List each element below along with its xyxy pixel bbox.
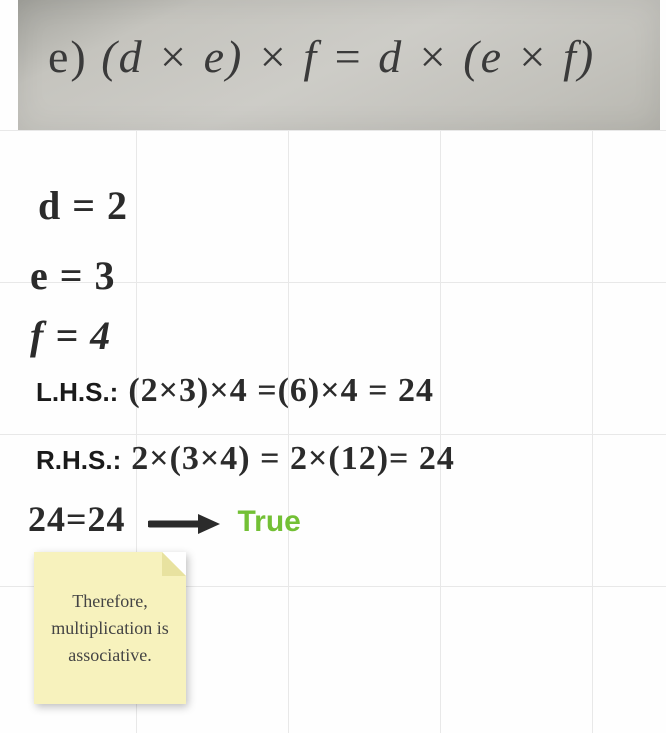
lhs-work: (2×3)×4 =(6)×4 = 24: [128, 372, 434, 409]
variable-d: d = 2: [38, 182, 128, 229]
variable-e: e = 3: [30, 252, 116, 299]
lhs-row: L.H.S.: (2×3)×4 =(6)×4 = 24: [36, 368, 434, 410]
rhs-work: 2×(3×4) = 2×(12)= 24: [131, 440, 455, 477]
arrow-icon: [148, 502, 220, 544]
result-verdict: True: [238, 505, 301, 538]
sticky-note-text: Therefore, multiplication is associative…: [46, 588, 174, 669]
problem-image: e) (d × e) × f = d × (e × f): [18, 0, 660, 130]
rhs-row: R.H.S.: 2×(3×4) = 2×(12)= 24: [36, 436, 455, 478]
result-comparison: 24=24: [28, 499, 126, 539]
problem-equation-text: (d × e) × f = d × (e × f): [101, 31, 595, 82]
sticky-note: Therefore, multiplication is associative…: [34, 552, 186, 704]
result-row: 24=24 True: [28, 498, 301, 544]
problem-equation: e) (d × e) × f = d × (e × f): [48, 30, 595, 83]
problem-label: e): [48, 31, 88, 82]
rhs-label: R.H.S.:: [36, 445, 121, 475]
lhs-label: L.H.S.:: [36, 377, 118, 407]
variable-f: f = 4: [30, 312, 111, 359]
